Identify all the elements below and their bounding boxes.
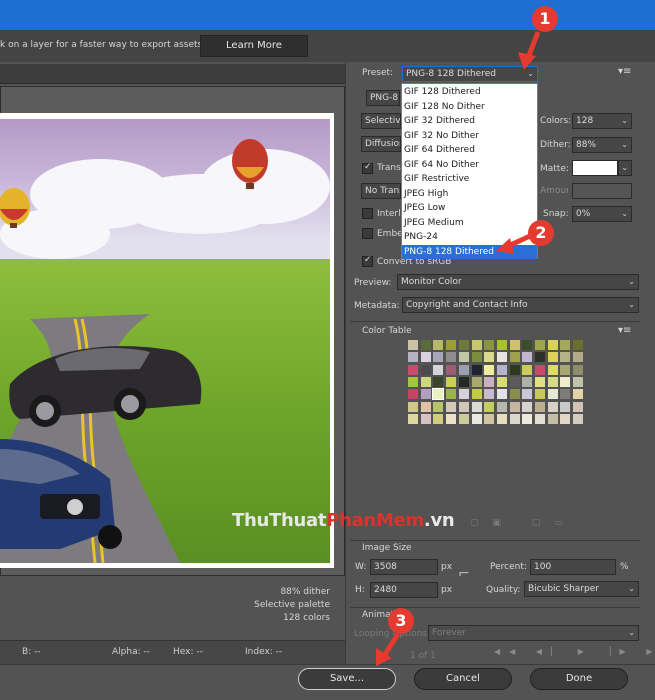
step-marker-1: 1 (532, 6, 558, 32)
annotation-arrows (376, 31, 541, 666)
step-marker-2: 2 (528, 220, 554, 246)
step-marker-3: 3 (388, 608, 414, 634)
